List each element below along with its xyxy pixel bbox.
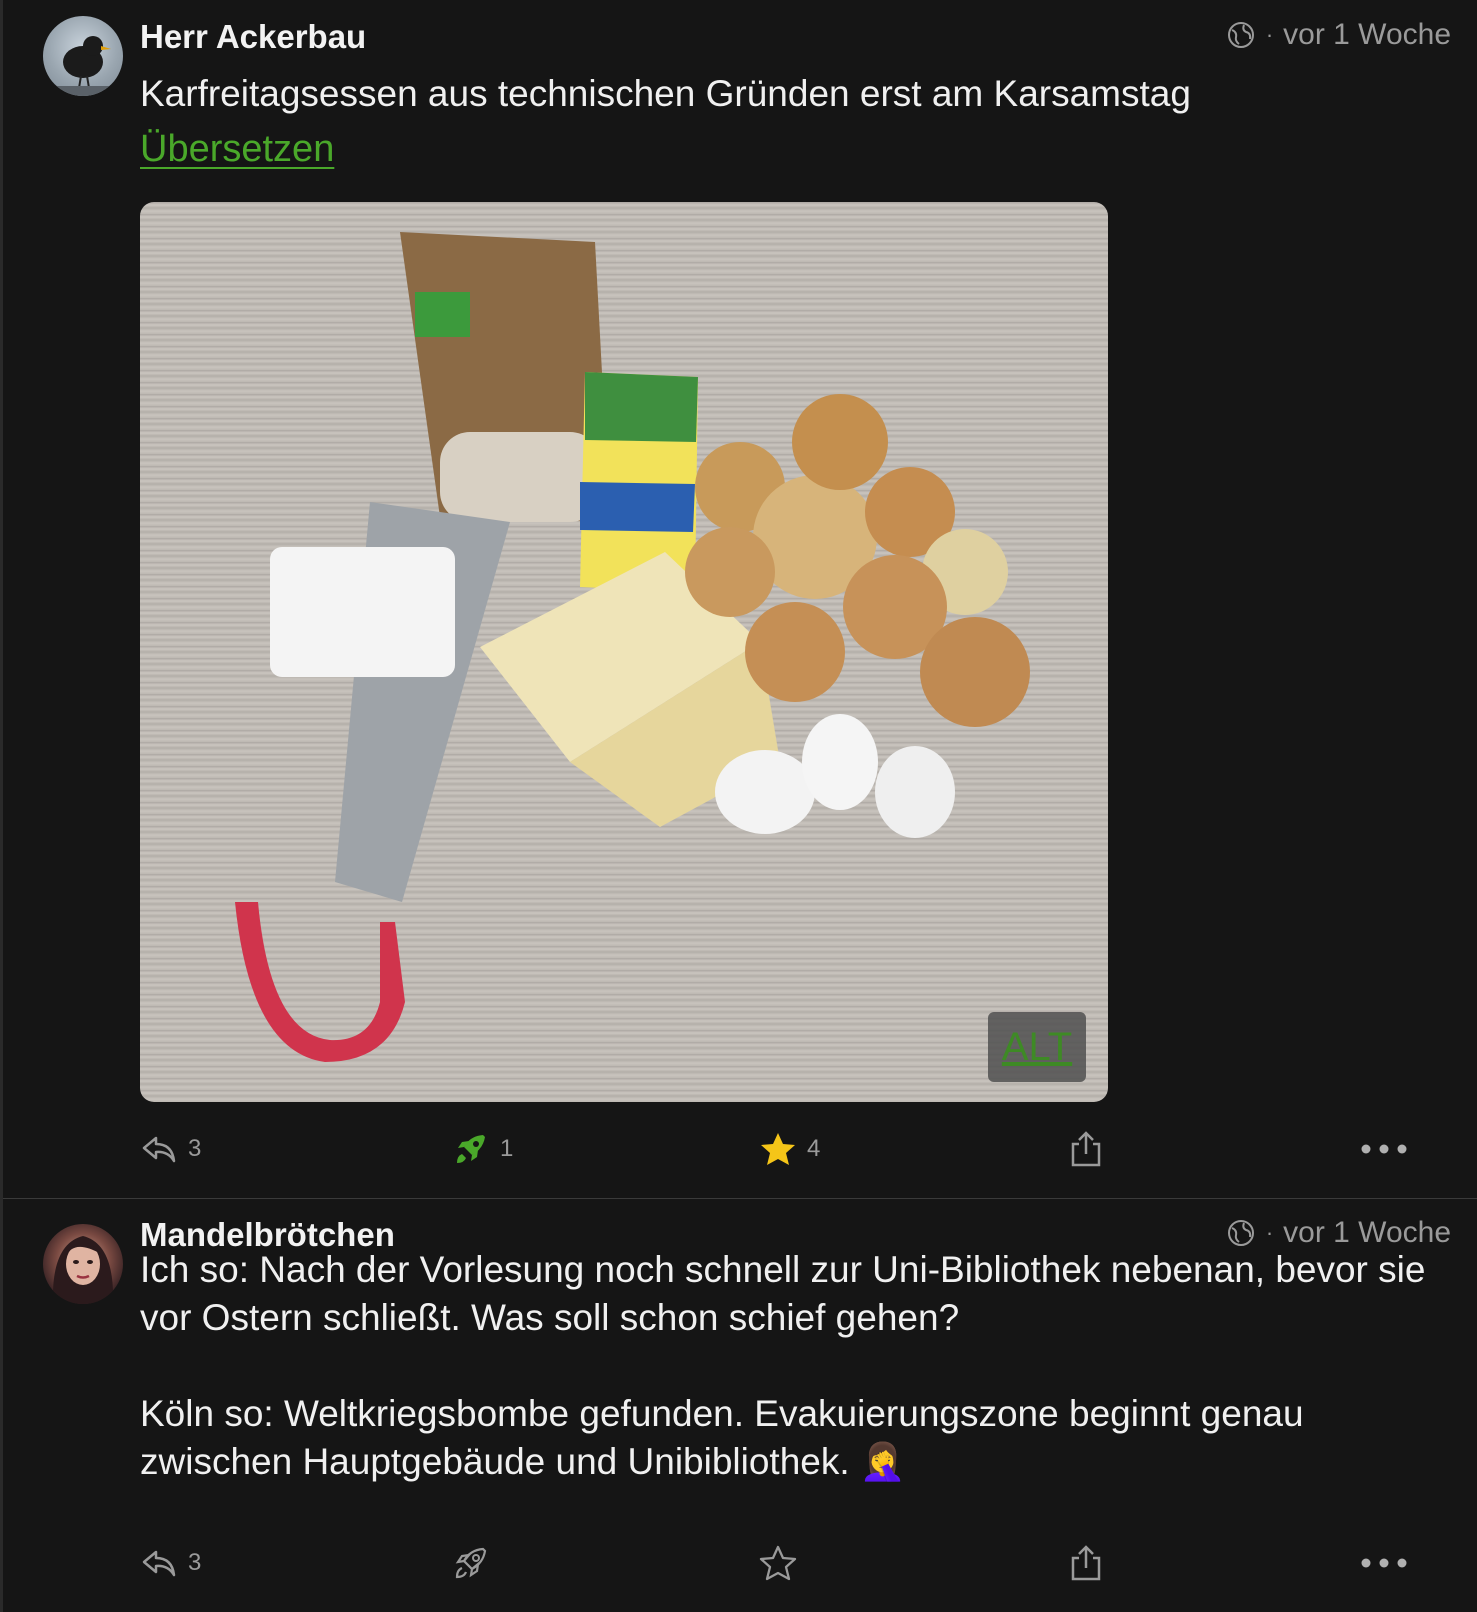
action-bar: 3 1 4: [3, 1130, 1477, 1186]
status-post[interactable]: Mandelbrötchen · vor 1 Woche Ich so: Nac…: [3, 1199, 1477, 1612]
rocket-icon: [455, 1547, 487, 1579]
meta-separator: ·: [1265, 1220, 1274, 1245]
globe-icon: [1227, 22, 1254, 48]
favourite-button[interactable]: 4: [759, 1130, 820, 1168]
avatar[interactable]: [43, 1224, 123, 1304]
reply-button[interactable]: 3: [140, 1544, 201, 1582]
timestamp[interactable]: vor 1 Woche: [1283, 1216, 1451, 1250]
favourite-count: 4: [807, 1135, 821, 1162]
boost-button[interactable]: [452, 1544, 490, 1582]
post-content: Karfreitagsessen aus technischen Gründen…: [140, 73, 1191, 114]
reply-count: 3: [188, 1549, 202, 1576]
avatar[interactable]: [43, 16, 123, 96]
more-options-button[interactable]: [1359, 1130, 1409, 1168]
reply-icon: [142, 1550, 176, 1577]
post-paragraph: Köln so: Weltkriegsbombe gefunden. Evaku…: [140, 1393, 1304, 1482]
post-meta: · vor 1 Woche: [1226, 18, 1451, 52]
share-button[interactable]: [1067, 1130, 1105, 1168]
post-paragraph: Ich so: Nach der Vorlesung noch schnell …: [140, 1249, 1426, 1338]
post-content: Ich so: Nach der Vorlesung noch schnell …: [140, 1246, 1447, 1486]
share-icon: [1071, 1545, 1101, 1581]
author-name[interactable]: Herr Ackerbau: [140, 18, 366, 56]
star-outline-icon: [759, 1545, 797, 1581]
status-post[interactable]: Herr Ackerbau · vor 1 Woche Karfreitagse…: [3, 0, 1477, 1198]
boost-count: 1: [500, 1135, 514, 1162]
post-meta: · vor 1 Woche: [1226, 1216, 1451, 1250]
ellipsis-icon: [1361, 1144, 1407, 1154]
share-button[interactable]: [1067, 1544, 1105, 1582]
alt-text-badge[interactable]: ALT: [988, 1012, 1086, 1082]
media-attachment[interactable]: ALT: [140, 202, 1108, 1102]
share-icon: [1071, 1131, 1101, 1167]
translate-link[interactable]: Übersetzen: [140, 128, 334, 171]
ellipsis-icon: [1361, 1558, 1407, 1568]
star-icon: [761, 1133, 795, 1165]
avatar-bird-image: [43, 36, 123, 96]
globe-icon: [1227, 1220, 1254, 1246]
favourite-button[interactable]: [759, 1544, 797, 1582]
timestamp[interactable]: vor 1 Woche: [1283, 18, 1451, 52]
more-options-button[interactable]: [1359, 1544, 1409, 1582]
action-bar: 3: [3, 1544, 1477, 1600]
rocket-icon: [457, 1135, 485, 1163]
food-ingredients-photo: [235, 232, 1030, 1062]
boost-button[interactable]: 1: [452, 1130, 513, 1168]
reply-count: 3: [188, 1135, 202, 1162]
reply-button[interactable]: 3: [140, 1130, 201, 1168]
reply-icon: [142, 1136, 176, 1163]
avatar-portrait-image: [52, 1236, 114, 1304]
meta-separator: ·: [1265, 22, 1274, 47]
